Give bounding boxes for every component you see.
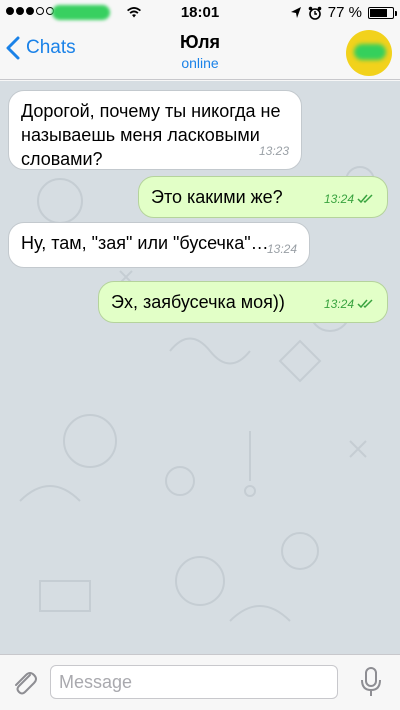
status-right: 77 % <box>290 4 397 21</box>
message-text-line: Ну, там, "зая" или "бусечка"… <box>21 233 269 253</box>
message-composer <box>0 654 400 710</box>
message-meta: 13:24 <box>324 187 375 211</box>
contact-status: online <box>181 55 219 71</box>
incoming-message[interactable]: Ну, там, "зая" или "бусечка"… 13:24 <box>8 222 310 268</box>
message-time: 13:24 <box>323 297 354 311</box>
status-bar: 18:01 77 % <box>0 0 400 24</box>
message-time: 13:23 <box>258 144 289 158</box>
message-time: 13:24 <box>266 242 297 256</box>
paperclip-icon[interactable] <box>10 667 38 697</box>
incoming-message[interactable]: Дорогой, почему ты никогда не называешь м… <box>8 90 302 170</box>
message-text-line: называешь меня ласковыми <box>21 125 260 145</box>
message-meta: 13:24 <box>324 292 375 316</box>
alarm-clock-icon <box>308 6 322 20</box>
battery-percent: 77 % <box>327 4 362 21</box>
message-input[interactable] <box>50 665 338 699</box>
microphone-icon[interactable] <box>360 666 382 698</box>
message-text-line: Дорогой, почему ты никогда не <box>21 101 281 121</box>
outgoing-message[interactable]: Эх, заябусечка моя)) 13:24 <box>98 281 388 323</box>
contact-name: Юля <box>179 32 221 52</box>
chat-header: Chats Юля online <box>0 24 400 80</box>
message-time: 13:24 <box>323 192 354 206</box>
message-list[interactable]: Дорогой, почему ты никогда не называешь м… <box>0 81 400 654</box>
battery-icon <box>368 6 397 19</box>
message-meta: 13:23 <box>259 139 289 163</box>
contact-info[interactable]: Юля online <box>0 32 400 71</box>
message-text-line: словами? <box>21 149 103 169</box>
location-arrow-icon <box>290 6 301 18</box>
message-meta: 13:24 <box>267 237 297 261</box>
double-check-icon <box>357 299 373 309</box>
avatar[interactable] <box>346 30 392 76</box>
outgoing-message[interactable]: Это какими же? 13:24 <box>138 176 388 218</box>
double-check-icon <box>357 194 373 204</box>
